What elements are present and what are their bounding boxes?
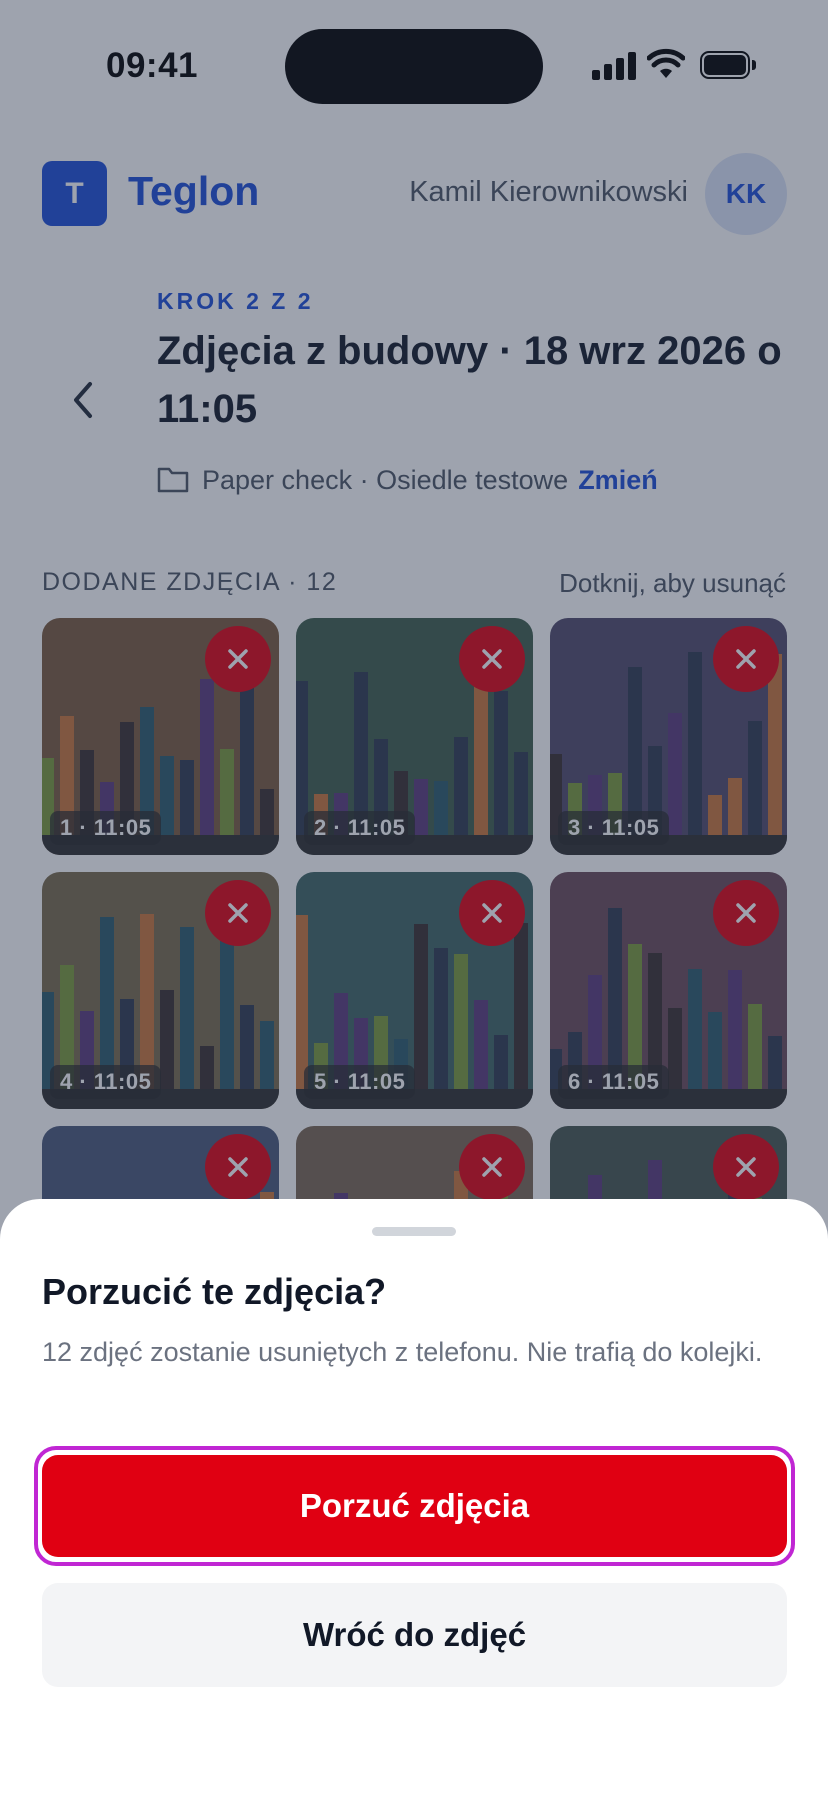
bottom-sheet: Porzucić te zdjęcia? 12 zdjęć zostanie u…: [0, 1199, 828, 1800]
sheet-handle[interactable]: [372, 1227, 456, 1236]
back-to-photos-button[interactable]: Wróć do zdjęć: [42, 1583, 787, 1687]
discard-photos-button[interactable]: Porzuć zdjęcia: [42, 1455, 787, 1557]
app-screen: 09:41 T Teglon Kamil Kierownikowski KK K…: [0, 0, 828, 1800]
dialog-title: Porzucić te zdjęcia?: [42, 1271, 387, 1312]
dialog-message: 12 zdjęć zostanie usuniętych z telefonu.…: [42, 1337, 763, 1367]
